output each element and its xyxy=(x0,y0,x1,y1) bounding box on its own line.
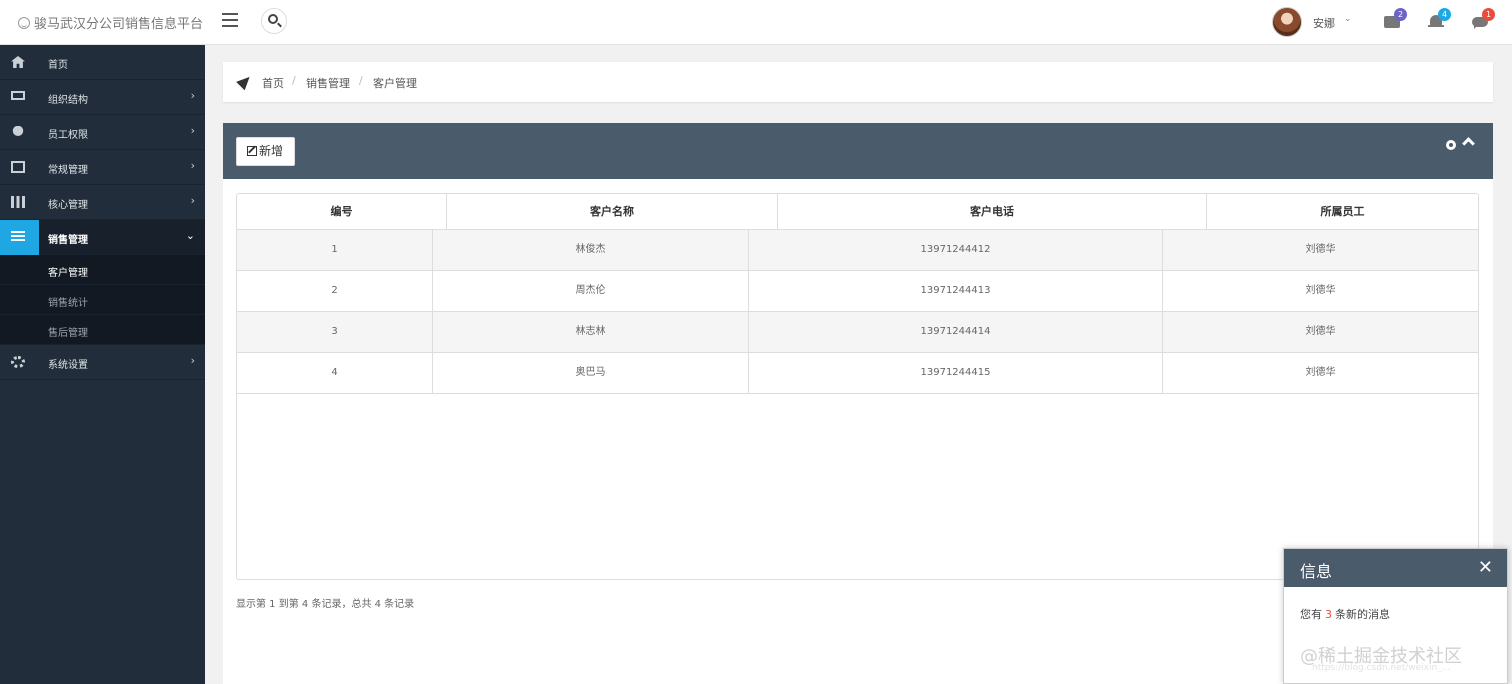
smile-icon xyxy=(18,17,30,29)
cell-name: 林志林 xyxy=(433,312,749,352)
table-row[interactable]: 1 林俊杰 13971244412 刘德华 xyxy=(237,230,1478,271)
breadcrumb-separator: / xyxy=(292,74,296,87)
bell-icon[interactable]: 4 xyxy=(1428,8,1451,29)
sidebar-item-home[interactable]: 首页 xyxy=(0,45,205,80)
sidebar-item-label: 员工权限 xyxy=(48,130,88,141)
menu-toggle-icon[interactable] xyxy=(222,13,238,27)
desktop-icon xyxy=(11,91,25,100)
add-button-label: 新增 xyxy=(259,144,284,158)
chevron-up-icon[interactable] xyxy=(1462,137,1475,150)
watermark-url: https://blog.csdn.net/weixin_... xyxy=(1312,663,1451,673)
table-row[interactable]: 2 周杰伦 13971244413 刘德华 xyxy=(237,271,1478,312)
table-row[interactable]: 3 林志林 13971244414 刘德华 xyxy=(237,312,1478,353)
sidebar-item-label: 首页 xyxy=(48,60,68,71)
cell-phone: 13971244413 xyxy=(749,271,1163,311)
gears-icon xyxy=(11,356,25,368)
column-header-phone[interactable]: 客户电话 xyxy=(778,194,1207,230)
submenu-item-sales-stats[interactable]: 销售统计 xyxy=(0,285,205,315)
app-title[interactable]: 骏马武汉分公司销售信息平台 xyxy=(18,13,203,32)
cell-staff: 刘德华 xyxy=(1305,326,1336,337)
sidebar-item-label: 系统设置 xyxy=(48,360,88,371)
bar-chart-icon xyxy=(11,196,25,208)
chat-icon[interactable]: 1 xyxy=(1472,8,1495,29)
table-header: 编号 客户名称 客户电话 所属员工 xyxy=(237,194,1478,230)
credit-card-icon xyxy=(11,161,25,173)
add-button[interactable]: 新增 xyxy=(236,137,295,166)
sidebar-item-general[interactable]: 常规管理 › xyxy=(0,150,205,185)
edit-icon xyxy=(247,146,257,156)
chevron-right-icon: › xyxy=(190,124,195,137)
home-icon xyxy=(11,56,25,68)
mail-badge: 2 xyxy=(1394,8,1407,21)
submenu-item-after-sales[interactable]: 售后管理 xyxy=(0,315,205,345)
message-count: 3 xyxy=(1325,608,1332,621)
sidebar-item-label: 常规管理 xyxy=(48,165,88,176)
chevron-down-icon[interactable]: ⌄ xyxy=(1344,14,1352,24)
chevron-right-icon: › xyxy=(190,194,195,207)
sidebar-item-org[interactable]: 组织结构 › xyxy=(0,80,205,115)
gear-icon[interactable] xyxy=(1446,140,1456,150)
cell-id: 3 xyxy=(237,312,433,352)
cell-id: 2 xyxy=(237,271,433,311)
popup-title: 信息 xyxy=(1300,562,1333,581)
top-bar: 骏马武汉分公司销售信息平台 安娜 ⌄ 2 4 1 xyxy=(0,0,1512,45)
chevron-right-icon: › xyxy=(190,89,195,102)
chevron-down-icon: ⌄ xyxy=(185,229,195,242)
mail-icon[interactable]: 2 xyxy=(1384,8,1407,29)
user-avatar[interactable] xyxy=(1272,7,1302,37)
cell-name: 奥巴马 xyxy=(433,353,749,393)
breadcrumb-current: 客户管理 xyxy=(373,77,417,90)
cell-name: 周杰伦 xyxy=(433,271,749,311)
popup-message: 您有 3 条新的消息 xyxy=(1300,608,1390,621)
column-header-staff[interactable]: 所属员工 xyxy=(1207,194,1478,230)
sidebar-item-label: 核心管理 xyxy=(48,200,88,211)
breadcrumb: 首页 / 销售管理 / 客户管理 xyxy=(223,62,1493,102)
sidebar-item-label: 组织结构 xyxy=(48,95,88,106)
close-icon[interactable]: ✕ xyxy=(1478,557,1493,578)
sidebar-item-settings[interactable]: 系统设置 › xyxy=(0,345,205,380)
alert-badge: 4 xyxy=(1438,8,1451,21)
panel-header: 新增 xyxy=(223,123,1493,179)
sidebar-item-sales[interactable]: 销售管理 ⌄ xyxy=(0,220,205,255)
column-header-name[interactable]: 客户名称 xyxy=(447,194,778,230)
sidebar-item-permissions[interactable]: 员工权限 › xyxy=(0,115,205,150)
cell-name: 林俊杰 xyxy=(433,230,749,270)
list-icon xyxy=(11,231,25,243)
search-icon[interactable] xyxy=(261,8,287,34)
location-arrow-icon xyxy=(236,72,254,91)
cell-staff: 刘德华 xyxy=(1305,367,1336,378)
sales-submenu: 客户管理 销售统计 售后管理 xyxy=(0,255,205,345)
submenu-item-customers[interactable]: 客户管理 xyxy=(0,255,205,285)
chevron-right-icon: › xyxy=(190,159,195,172)
cell-phone: 13971244414 xyxy=(749,312,1163,352)
sidebar-item-core[interactable]: 核心管理 › xyxy=(0,185,205,220)
user-name[interactable]: 安娜 xyxy=(1313,15,1335,31)
cell-id: 4 xyxy=(237,353,433,393)
chevron-right-icon: › xyxy=(190,354,195,367)
cell-staff: 刘德华 xyxy=(1305,285,1336,296)
cell-phone: 13971244415 xyxy=(749,353,1163,393)
sidebar-item-label: 销售管理 xyxy=(48,235,88,246)
cell-id: 1 xyxy=(237,230,433,270)
breadcrumb-sales[interactable]: 销售管理 xyxy=(306,75,350,91)
column-header-id[interactable]: 编号 xyxy=(237,194,447,230)
customer-table: 编号 客户名称 客户电话 所属员工 1 林俊杰 13971244412 刘德华 … xyxy=(236,193,1479,580)
cell-phone: 13971244412 xyxy=(749,230,1163,270)
table-row[interactable]: 4 奥巴马 13971244415 刘德华 xyxy=(237,353,1478,394)
cell-staff: 刘德华 xyxy=(1305,244,1336,255)
sidebar: 首页 组织结构 › 员工权限 › 常规管理 › 核心管理 › 销售管理 ⌄ 客户… xyxy=(0,45,205,684)
popup-header: 信息 ✕ xyxy=(1284,549,1507,587)
breadcrumb-separator: / xyxy=(359,74,363,87)
users-icon xyxy=(12,126,24,137)
app-title-text: 骏马武汉分公司销售信息平台 xyxy=(34,17,204,32)
breadcrumb-home[interactable]: 首页 xyxy=(262,75,284,91)
pagination-info: 显示第 1 到第 4 条记录，总共 4 条记录 xyxy=(236,599,415,610)
chat-badge: 1 xyxy=(1482,8,1495,21)
